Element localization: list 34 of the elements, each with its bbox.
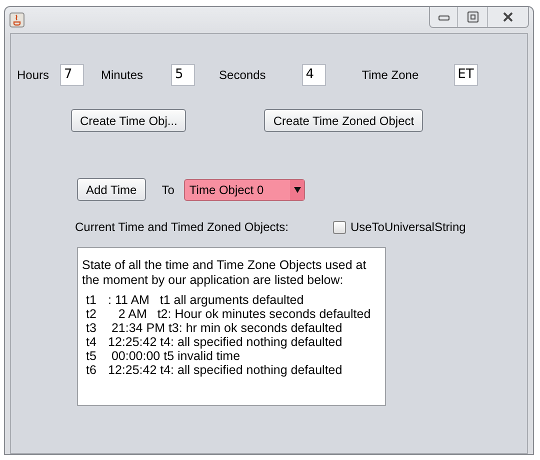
object-tag: t5 [82,349,108,363]
field-label: Minutes [101,68,144,82]
java-icon [9,12,25,28]
maximize-icon [466,11,478,23]
object-state: : 11 AM t1 all arguments defaulted [108,293,304,307]
close-icon [502,11,514,23]
object-tag: t2 [82,307,108,321]
object-tag: t3 [82,321,108,335]
add-time-button[interactable]: Add Time [77,178,146,201]
object-tag: t6 [82,363,108,377]
intro-text: State of all the time and Time Zone Objects used at the moment by our application are listed below: [82,258,368,288]
field-label: Time Zone [362,68,419,82]
input-field[interactable]: 5 [171,64,196,86]
input-field[interactable]: 4 [302,64,326,86]
object-dropdown[interactable]: Time Object 0 [184,178,306,200]
to-label: To [162,182,174,196]
object-tag: t4 [82,335,108,349]
caret-icon [294,186,301,192]
input-field[interactable]: ET [454,64,478,86]
checkbox-label[interactable]: UseToUniversalString [350,220,466,234]
object-state: 12:25:42 t4: all specified nothing defaulted [108,335,342,349]
object-state: 2 AM t2: Hour ok minutes seconds defaulted [117,307,371,321]
field-label: Seconds [219,68,266,82]
object-state: 21:34 PM t3: hr min ok seconds defaulted [110,321,342,335]
create-button[interactable]: Create Time Zoned Object [264,109,424,132]
field-label: Hours [17,68,50,82]
checkbox[interactable] [333,220,346,234]
minimize-icon [438,13,450,21]
object-state: 12:25:42 t4: all specified nothing defaulted [108,363,342,377]
objects-label: Current Time and Timed Zoned Objects: [75,220,288,234]
object-state: 00:00:00 t5 invalid time [110,349,240,363]
create-button[interactable]: Create Time Obj... [71,109,186,132]
input-field[interactable]: 7 [60,64,84,86]
object-tag: t1 [82,293,108,307]
